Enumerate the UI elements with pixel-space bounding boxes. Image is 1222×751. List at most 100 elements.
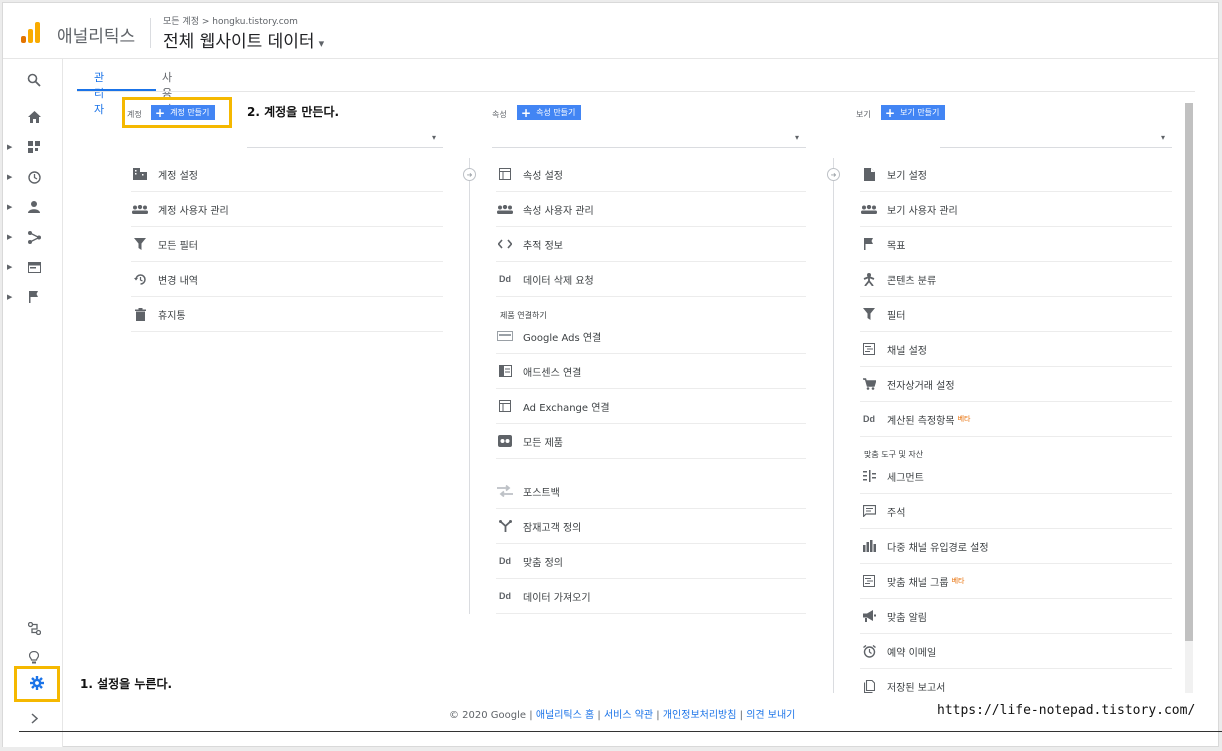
menu-item-saved-reports[interactable]: 저장된 보고서 (860, 669, 1172, 704)
menu-item-calculated-metrics[interactable]: Dd 계산된 측정항목 베타 (860, 402, 1172, 437)
app-name[interactable]: 애널리틱스 (57, 22, 135, 47)
column-divider (469, 158, 470, 614)
dashboard-icon[interactable] (23, 136, 45, 158)
chevron-down-icon: ▾ (318, 37, 325, 50)
property-select[interactable] (492, 147, 806, 148)
menu-item-content-grouping[interactable]: 콘텐츠 분류 (860, 262, 1172, 297)
menu-item-view-users[interactable]: 보기 사용자 관리 (860, 192, 1172, 227)
menu-item-label: 채널 설정 (887, 345, 927, 357)
create-account-button[interactable]: + 계정 만들기 (151, 105, 216, 120)
dd-icon: Dd (499, 591, 511, 601)
menu-item-label: 모든 필터 (158, 240, 198, 252)
chevron-down-icon[interactable]: ▾ (432, 133, 436, 142)
admin-settings-highlight[interactable] (14, 666, 60, 702)
expand-arrow-icon[interactable]: ▶ (7, 203, 15, 211)
view-selector[interactable]: 전체 웹사이트 데이터 ▾ (163, 27, 324, 52)
filter-icon (860, 306, 878, 322)
tab-admin[interactable]: 관리자 (94, 69, 104, 117)
footer-link-privacy[interactable]: 개인정보처리방침 (663, 710, 737, 721)
flag-icon[interactable] (23, 286, 45, 308)
menu-item-ecommerce-settings[interactable]: 전자상거래 설정 (860, 367, 1172, 402)
acquisition-icon[interactable] (23, 226, 45, 248)
footer-link-terms[interactable]: 서비스 약관 (604, 710, 653, 721)
menu-item-account-users[interactable]: 계정 사용자 관리 (131, 192, 443, 227)
attribution-icon[interactable] (23, 617, 45, 639)
menu-item-account-settings[interactable]: 계정 설정 (131, 157, 443, 192)
view-select[interactable] (940, 147, 1172, 148)
menu-item-label: 포스트백 (523, 487, 560, 499)
plus-icon: + (885, 105, 896, 120)
collapse-chevron-icon[interactable] (23, 707, 45, 729)
menu-item-adsense[interactable]: 애드센스 연결 (496, 354, 806, 389)
menu-item-all-products[interactable]: 모든 제품 (496, 424, 806, 459)
audience-icon (496, 518, 514, 534)
annotation-step1: 1. 설정을 누른다. (80, 677, 173, 691)
expand-arrow-icon[interactable]: ▶ (7, 233, 15, 241)
app-window: 애널리틱스 모든 계정 > hongku.tistory.com 전체 웹사이트… (2, 2, 1222, 747)
person-icon[interactable] (23, 196, 45, 218)
menu-item-data-import[interactable]: Dd 데이터 가져오기 (496, 579, 806, 614)
menu-item-segments[interactable]: 세그먼트 (860, 459, 1172, 494)
menu-item-label: 저장된 보고서 (887, 683, 946, 694)
menu-item-label: 속성 사용자 관리 (523, 205, 594, 217)
menu-item-view-settings[interactable]: 보기 설정 (860, 157, 1172, 192)
create-view-button[interactable]: + 보기 만들기 (881, 105, 946, 120)
behavior-icon[interactable] (23, 256, 45, 278)
adexchange-icon (496, 398, 514, 414)
menu-item-custom-channel-grouping[interactable]: 맞춤 채널 그룹 베타 (860, 564, 1172, 599)
menu-item-property-settings[interactable]: 속성 설정 (496, 157, 806, 192)
expand-arrow-icon[interactable]: ▶ (7, 173, 15, 181)
menu-item-tracking-info[interactable]: 추적 정보 (496, 227, 806, 262)
gear-icon[interactable] (30, 675, 44, 694)
menu-item-property-users[interactable]: 속성 사용자 관리 (496, 192, 806, 227)
menu-item-filters[interactable]: 필터 (860, 297, 1172, 332)
account-select[interactable] (247, 147, 443, 148)
create-property-button[interactable]: + 속성 만들기 (517, 105, 582, 120)
search-icon[interactable] (23, 69, 45, 91)
lightbulb-icon[interactable] (23, 646, 45, 668)
beta-badge: 베타 (951, 577, 965, 585)
menu-item-channel-settings[interactable]: 채널 설정 (860, 332, 1172, 367)
menu-item-label: 애드센스 연결 (523, 367, 582, 379)
menu-item-custom-alerts[interactable]: 맞춤 알림 (860, 599, 1172, 634)
menu-item-postback[interactable]: 포스트백 (496, 474, 806, 509)
saved-report-icon (860, 679, 878, 695)
menu-item-google-ads[interactable]: Google Ads 연결 (496, 319, 806, 354)
analytics-logo-icon[interactable] (21, 21, 43, 43)
menu-item-data-deletion[interactable]: Dd 데이터 삭제 요청 (496, 262, 806, 297)
menu-item-all-filters[interactable]: 모든 필터 (131, 227, 443, 262)
scrollbar-thumb[interactable] (1185, 103, 1193, 641)
menu-item-label: 필터 (887, 310, 906, 322)
chevron-down-icon[interactable]: ▾ (1161, 133, 1165, 142)
expand-arrow-icon[interactable]: ▶ (7, 293, 15, 301)
expand-arrow-icon[interactable]: ▶ (7, 143, 15, 151)
menu-item-goals[interactable]: 목표 (860, 227, 1172, 262)
code-icon (496, 236, 514, 252)
home-icon[interactable] (23, 106, 45, 128)
menu-item-audience-definitions[interactable]: 잠재고객 정의 (496, 509, 806, 544)
menu-item-annotations[interactable]: 주석 (860, 494, 1172, 529)
menu-item-trash[interactable]: 휴지통 (131, 297, 443, 332)
ads-icon (496, 328, 514, 344)
filter-icon (131, 236, 149, 252)
breadcrumb[interactable]: 모든 계정 > hongku.tistory.com (163, 14, 298, 27)
arrow-right-icon: ➜ (463, 168, 476, 181)
menu-item-change-history[interactable]: 변경 내역 (131, 262, 443, 297)
segment-icon (860, 468, 878, 484)
menu-item-label: 예약 이메일 (887, 647, 937, 659)
menu-item-label: 보기 사용자 관리 (887, 205, 958, 217)
menu-item-scheduled-emails[interactable]: 예약 이메일 (860, 634, 1172, 669)
property-column-header: 속성 (492, 110, 507, 119)
menu-item-label: 주석 (887, 507, 906, 519)
clock-icon[interactable] (23, 166, 45, 188)
chevron-down-icon[interactable]: ▾ (795, 133, 799, 142)
menu-item-ad-exchange[interactable]: Ad Exchange 연결 (496, 389, 806, 424)
menu-item-mcf-settings[interactable]: 다중 채널 유입경로 설정 (860, 529, 1172, 564)
expand-arrow-icon[interactable]: ▶ (7, 263, 15, 271)
footer-link-analytics-home[interactable]: 애널리틱스 홈 (536, 710, 594, 721)
history-icon (131, 271, 149, 287)
footer-link-feedback[interactable]: 의견 보내기 (746, 710, 795, 721)
menu-item-custom-definitions[interactable]: Dd 맞춤 정의 (496, 544, 806, 579)
beta-badge: 베타 (957, 415, 971, 423)
menu-item-label: 콘텐츠 분류 (887, 275, 937, 287)
